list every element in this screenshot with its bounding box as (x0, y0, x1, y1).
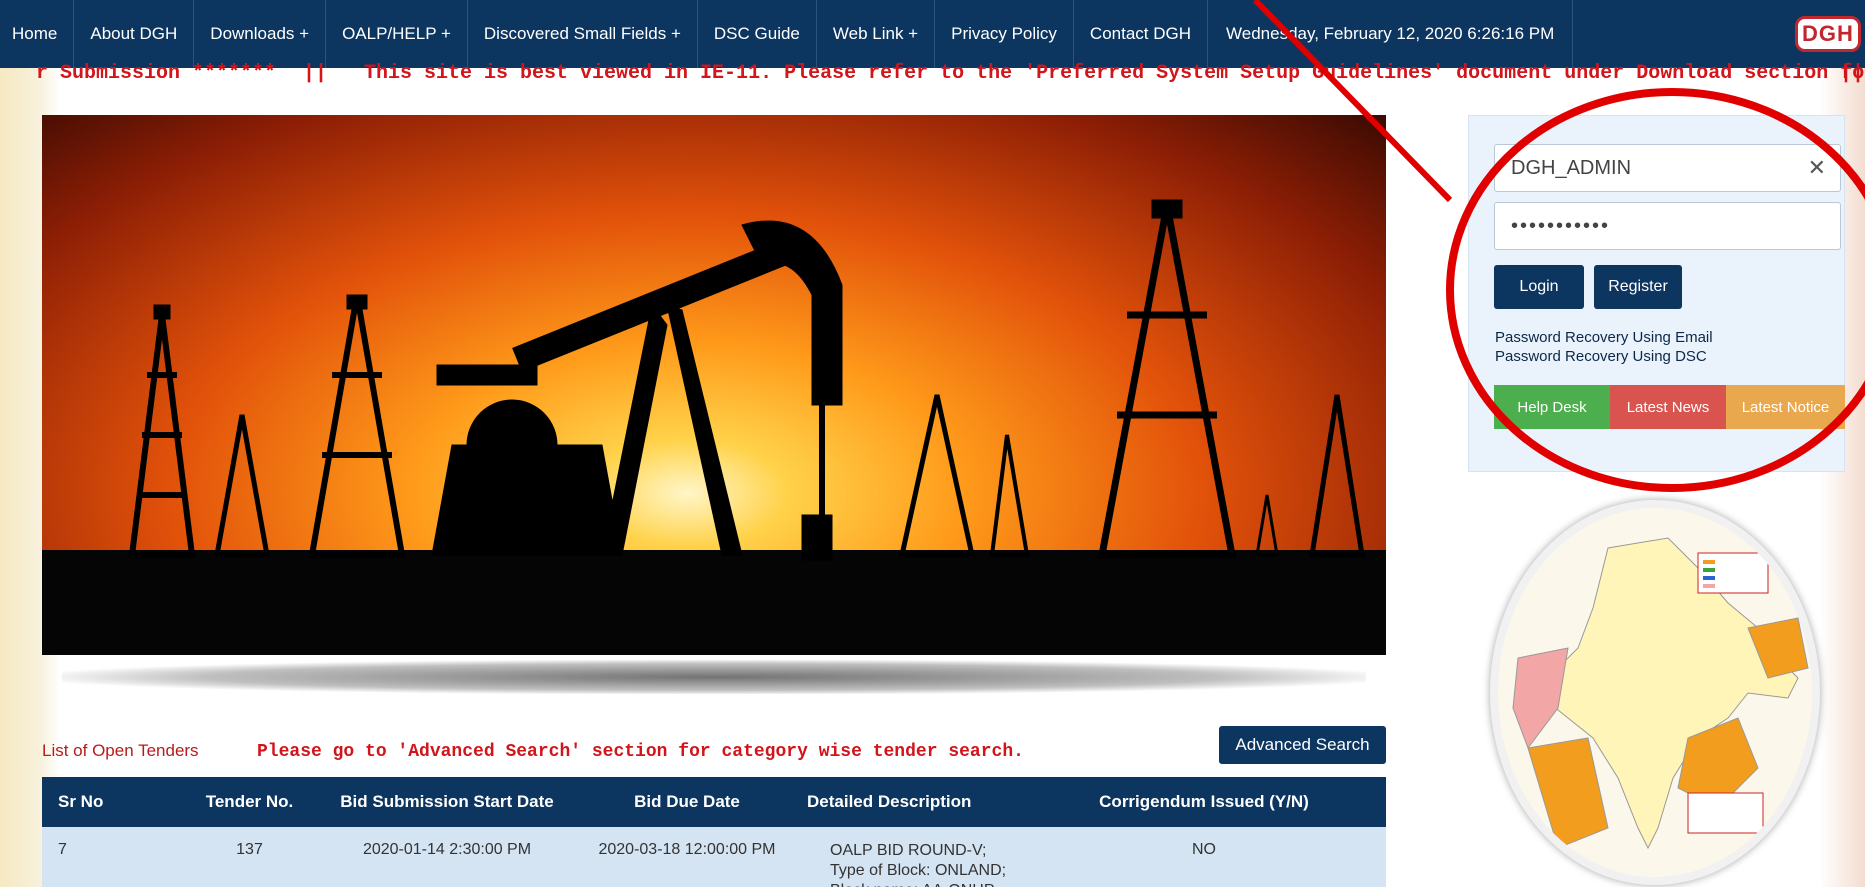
help-desk-button[interactable]: Help Desk (1494, 385, 1610, 429)
col-tender-no: Tender No. (205, 792, 294, 811)
latest-news-button[interactable]: Latest News (1610, 385, 1726, 429)
oil-field-silhouette (128, 199, 1365, 561)
cell-tender-no: 137 (236, 841, 263, 858)
table-row[interactable]: 7 137 2020-01-14 2:30:00 PM 2020-03-18 1… (42, 827, 1386, 887)
cell-corrigendum: NO (1192, 841, 1216, 858)
cell-bid-due: 2020-03-18 12:00:00 PM (598, 841, 776, 858)
datetime-display: Wednesday, February 12, 2020 6:26:16 PM (1208, 0, 1574, 68)
password-recovery-dsc-link[interactable]: Password Recovery Using DSC (1495, 348, 1707, 365)
cell-bid-start: 2020-01-14 2:30:00 PM (362, 841, 532, 858)
nav-oalp-help[interactable]: OALP/HELP + (326, 0, 468, 68)
register-button[interactable]: Register (1594, 265, 1682, 309)
password-input[interactable]: ••••••••••• (1494, 202, 1841, 250)
open-tenders-title: List of Open Tenders (42, 741, 199, 760)
nav-contact-dgh[interactable]: Contact DGH (1074, 0, 1209, 68)
nav-downloads[interactable]: Downloads + (194, 0, 327, 68)
india-map-image[interactable] (1490, 500, 1820, 885)
password-recovery-email-link[interactable]: Password Recovery Using Email (1495, 329, 1713, 346)
hero-carousel (42, 115, 1386, 655)
nav-privacy-policy[interactable]: Privacy Policy (935, 0, 1074, 68)
password-value: ••••••••••• (1511, 214, 1611, 237)
col-description: Detailed Description (807, 792, 972, 811)
clear-icon[interactable]: ✕ (1808, 155, 1826, 181)
table-header: Sr No Tender No. Bid Submission Start Da… (42, 777, 1386, 827)
map-drawing (1512, 537, 1809, 850)
login-button[interactable]: Login (1494, 265, 1584, 309)
dgh-logo: DGH (1795, 16, 1861, 52)
ticker-message: This site is best viewed in IE-11. Pleas… (364, 62, 1865, 85)
advanced-search-note: Please go to 'Advanced Search' section f… (257, 742, 1024, 762)
col-bid-due: Bid Due Date (634, 792, 740, 811)
latest-notice-button[interactable]: Latest Notice (1726, 385, 1845, 429)
ticker-separator-end: || (1840, 62, 1865, 85)
nav-about-dgh[interactable]: About DGH (74, 0, 195, 68)
col-bid-start: Bid Submission Start Date (340, 792, 554, 811)
tenders-table: Sr No Tender No. Bid Submission Start Da… (42, 777, 1386, 887)
cell-sr-no: 7 (58, 841, 67, 858)
col-sr-no: Sr No (58, 792, 104, 811)
nav-discovered-small-fields[interactable]: Discovered Small Fields + (468, 0, 698, 68)
username-value: DGH_ADMIN (1511, 156, 1632, 179)
nav-web-link[interactable]: Web Link + (817, 0, 936, 68)
advanced-search-button[interactable]: Advanced Search (1219, 726, 1386, 764)
hero-shadow (62, 660, 1366, 694)
ticker-fragment: r Submission ******* (36, 62, 277, 85)
cell-description: OALP BID ROUND-V; Type of Block: ONLAND;… (830, 842, 1007, 887)
nav-home[interactable]: Home (0, 0, 75, 68)
news-ticker: r Submission ******* || This site is bes… (0, 60, 1865, 88)
nav-dsc-guide[interactable]: DSC Guide (698, 0, 817, 68)
top-navbar: Home About DGH Downloads + OALP/HELP + D… (0, 0, 1865, 68)
col-corrigendum: Corrigendum Issued (Y/N) (1099, 792, 1309, 811)
username-input[interactable]: DGH_ADMIN ✕ (1494, 144, 1841, 192)
ticker-separator: || (303, 62, 328, 85)
